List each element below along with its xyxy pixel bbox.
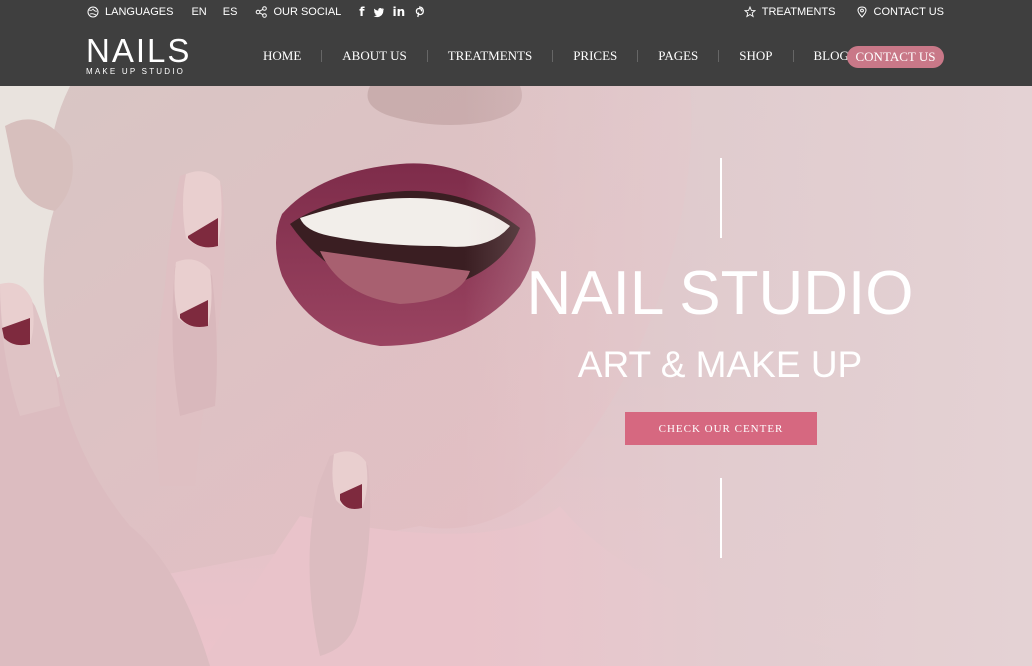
star-icon	[743, 6, 756, 18]
nav-divider	[718, 50, 720, 62]
topbar-left: LANGUAGES EN ES OUR SOCIAL f in	[87, 6, 425, 18]
contact-label: CONTACT US	[873, 6, 945, 18]
languages-label: LANGUAGES	[105, 6, 174, 18]
hero-subtitle: ART & MAKE UP	[577, 344, 863, 385]
nav-prices[interactable]: PRICES	[573, 48, 617, 64]
treatments-link[interactable]: TREATMENTS	[743, 6, 836, 18]
nav-home[interactable]: HOME	[263, 48, 301, 64]
globe-icon	[87, 6, 99, 18]
share-icon	[256, 6, 268, 18]
nav-divider	[637, 50, 639, 62]
our-social-label: OUR SOCIAL	[273, 6, 342, 18]
social-links: f in	[359, 6, 425, 18]
nav-divider	[321, 50, 323, 62]
nav-shop[interactable]: SHOP	[739, 48, 772, 64]
our-social-label-group: OUR SOCIAL	[255, 6, 341, 18]
hero-section: NAIL STUDIO ART & MAKE UP CHECK OUR CENT…	[0, 86, 1032, 666]
logo-subtitle: MAKE UP STUDIO	[86, 67, 186, 76]
pinterest-icon[interactable]	[413, 6, 425, 18]
nav-about-us[interactable]: ABOUT US	[342, 48, 406, 64]
top-utility-bar: LANGUAGES EN ES OUR SOCIAL f in TREATMEN…	[0, 0, 1032, 28]
nav-pages[interactable]: PAGES	[658, 48, 698, 64]
logo-title: NAILS	[86, 32, 192, 69]
twitter-icon[interactable]	[373, 6, 385, 18]
languages-menu[interactable]: LANGUAGES	[87, 6, 173, 18]
treatments-label: TREATMENTS	[761, 6, 836, 18]
nav-divider	[426, 50, 428, 62]
nav-blog[interactable]: BLOG	[814, 48, 849, 64]
linkedin-icon[interactable]: in	[393, 6, 406, 18]
main-navbar: NAILS MAKE UP STUDIO HOME ABOUT US TREAT…	[0, 28, 1032, 86]
hero-divider-bottom	[720, 478, 722, 558]
facebook-icon[interactable]: f	[359, 6, 364, 18]
main-menu: HOME ABOUT US TREATMENTS PRICES PAGES SH…	[263, 48, 890, 64]
topbar-right: TREATMENTS CONTACT US	[743, 6, 945, 18]
check-our-center-button[interactable]: CHECK OUR CENTER	[625, 412, 817, 445]
hero-title: NAIL STUDIO	[526, 259, 914, 328]
location-pin-icon	[856, 6, 867, 18]
nav-divider	[792, 50, 794, 62]
site-logo[interactable]: NAILS MAKE UP STUDIO	[86, 32, 192, 76]
nav-treatments[interactable]: TREATMENTS	[448, 48, 533, 64]
lang-en-link[interactable]: EN	[191, 6, 206, 18]
nav-divider	[552, 50, 554, 62]
lang-es-link[interactable]: ES	[223, 6, 238, 18]
contact-us-button[interactable]: CONTACT US	[847, 46, 944, 68]
contact-link[interactable]: CONTACT US	[856, 6, 945, 18]
hero-divider-top	[720, 158, 722, 238]
